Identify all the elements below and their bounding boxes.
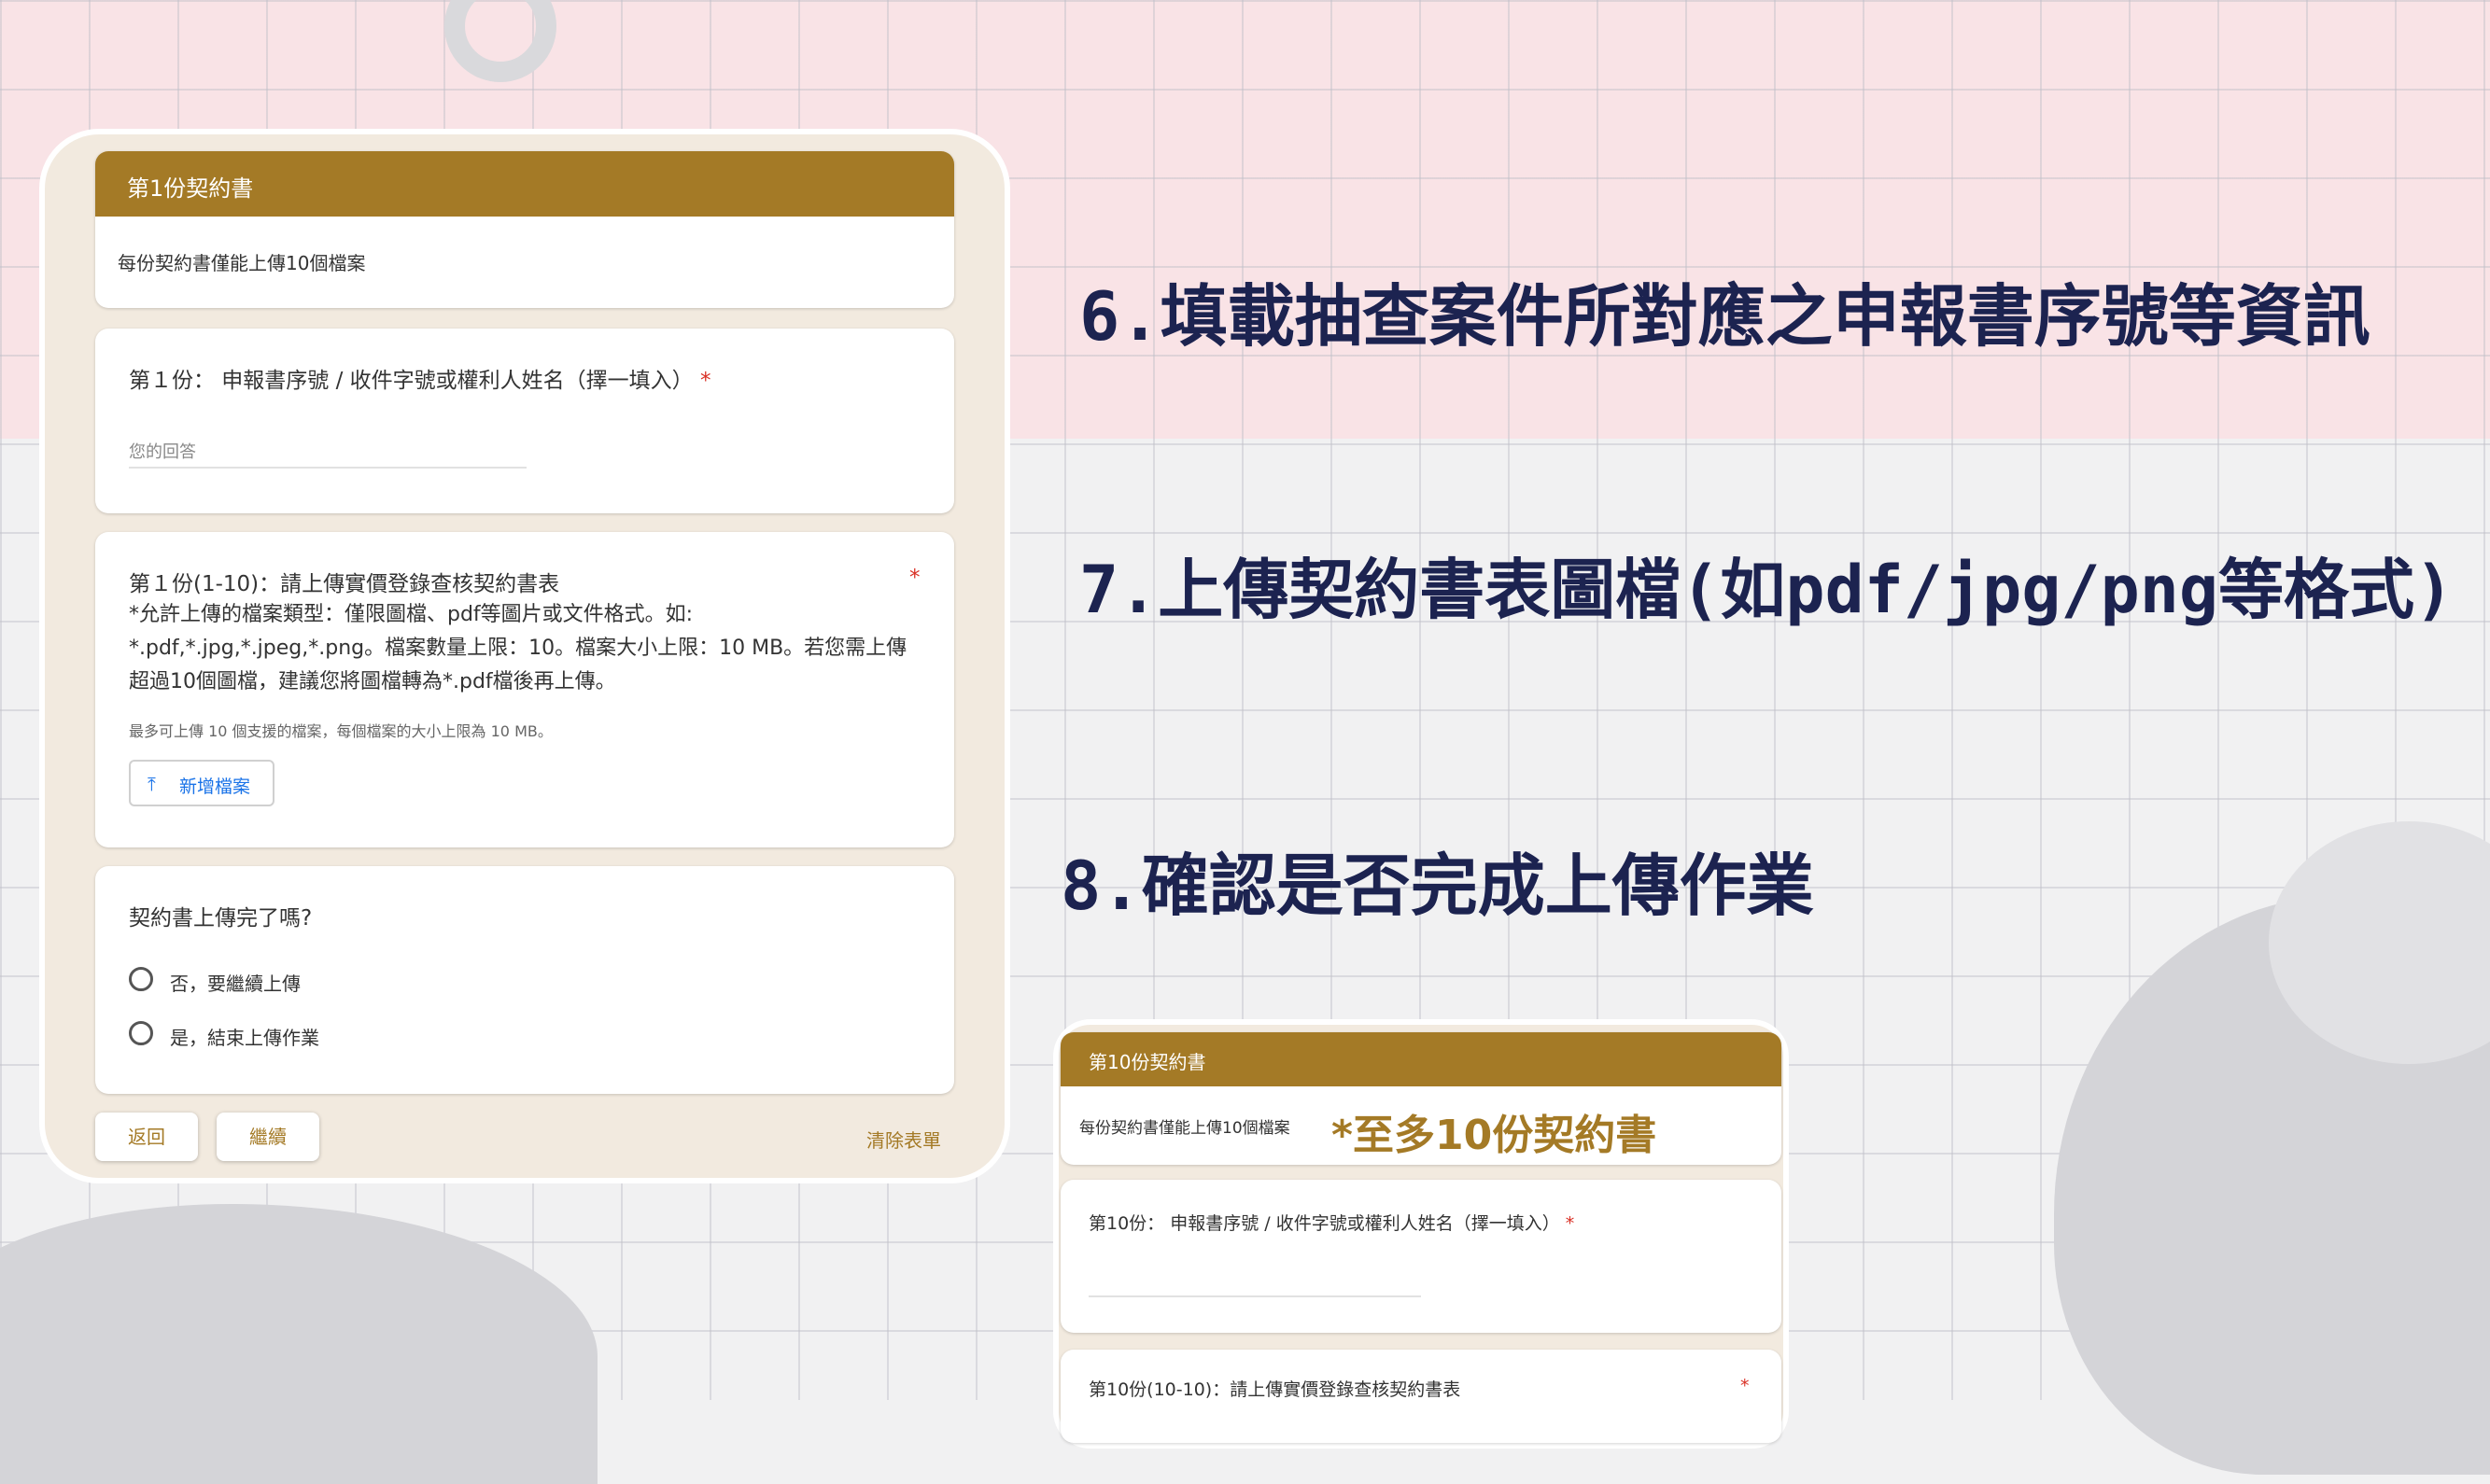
form2-question-serial: 第10份： 申報書序號 / 收件字號或權利人姓名（擇一填入） * — [1061, 1180, 1781, 1333]
form2-notice: 每份契約書僅能上傳10個檔案 — [1079, 1119, 1290, 1138]
form2-note: *至多10份契約書 — [1331, 1112, 1657, 1159]
step-8-heading: 8.確認是否完成上傳作業 — [1061, 847, 1814, 925]
form2-q2-title: 第10份(10-10)：請上傳實價登錄查核契約書表 — [1089, 1379, 1461, 1400]
form2-q1-label: 第10份： 申報書序號 / 收件字號或權利人姓名（擇一填入） * — [1089, 1213, 1575, 1234]
form1-q2-title: 第１份(1-10)：請上傳實價登錄查核契約書表 — [129, 572, 560, 596]
form1-q3-option-no[interactable]: 否，要繼續上傳 — [170, 969, 301, 996]
clear-form-link[interactable]: 清除表單 — [866, 1126, 941, 1153]
form1-q2-desc-2: *.pdf,*.jpg,*.jpeg,*.png。檔案數量上限：10。檔案大小上… — [129, 637, 907, 660]
form1-question-serial: 第１份： 申報書序號 / 收件字號或權利人姓名（擇一填入） * 您的回答 — [95, 329, 954, 513]
form2-q2-required: * — [1740, 1376, 1750, 1396]
back-button[interactable]: 返回 — [95, 1113, 198, 1161]
upload-icon: ⤒ — [148, 773, 156, 795]
form2-header-card: 第10份契約書 每份契約書僅能上傳10個檔案 *至多10份契約書 — [1061, 1032, 1781, 1165]
form1-q1-input[interactable]: 您的回答 — [129, 439, 196, 463]
form1-q3-radio-no[interactable] — [129, 967, 153, 991]
step-6-heading: 6.填載抽查案件所對應之申報書序號等資訊 — [1079, 277, 2370, 356]
form1-q2-required: * — [909, 566, 921, 590]
form1-q2-desc-1: *允許上傳的檔案類型：僅限圖檔、pdf等圖片或文件格式。如: — [129, 603, 694, 626]
form1-q1-underline — [129, 467, 527, 469]
form1-q3-radio-yes[interactable] — [129, 1021, 153, 1045]
form2-header-bar: 第10份契約書 — [1061, 1032, 1781, 1086]
form2-title: 第10份契約書 — [1089, 1051, 1206, 1073]
form1-q3-title: 契約書上傳完了嗎? — [129, 906, 313, 931]
step-7-heading: 7.上傳契約書表圖檔(如pdf/jpg/png等格式) — [1079, 552, 2455, 628]
form1-question-done: 契約書上傳完了嗎? 否，要繼續上傳 是，結束上傳作業 — [95, 866, 954, 1094]
form1-upload-label: 新增檔案 — [179, 777, 251, 797]
form2-question-upload: 第10份(10-10)：請上傳實價登錄查核契約書表 * — [1061, 1350, 1781, 1443]
form1-upload-button[interactable]: ⤒ 新增檔案 — [129, 760, 274, 806]
form1-q1-label: 第１份： 申報書序號 / 收件字號或權利人姓名（擇一填入） * — [129, 369, 711, 393]
form1-q2-hint: 最多可上傳 10 個支援的檔案，每個檔案的大小上限為 10 MB。 — [129, 722, 553, 740]
form1-header-card: 第1份契約書 每份契約書僅能上傳10個檔案 — [95, 151, 954, 308]
form2-q1-input[interactable] — [1089, 1295, 1421, 1297]
form1-header-bar: 第1份契約書 — [95, 151, 954, 217]
form1-question-upload: 第１份(1-10)：請上傳實價登錄查核契約書表 * *允許上傳的檔案類型：僅限圖… — [95, 532, 954, 847]
form1-q2-desc-3: 超過10個圖檔，建議您將圖檔轉為*.pdf檔後再上傳。 — [129, 670, 616, 693]
form1-q3-option-yes[interactable]: 是，結束上傳作業 — [170, 1023, 319, 1050]
form1-notice: 每份契約書僅能上傳10個檔案 — [118, 252, 366, 274]
form1-title: 第1份契約書 — [127, 175, 254, 202]
continue-button[interactable]: 繼續 — [217, 1113, 319, 1161]
